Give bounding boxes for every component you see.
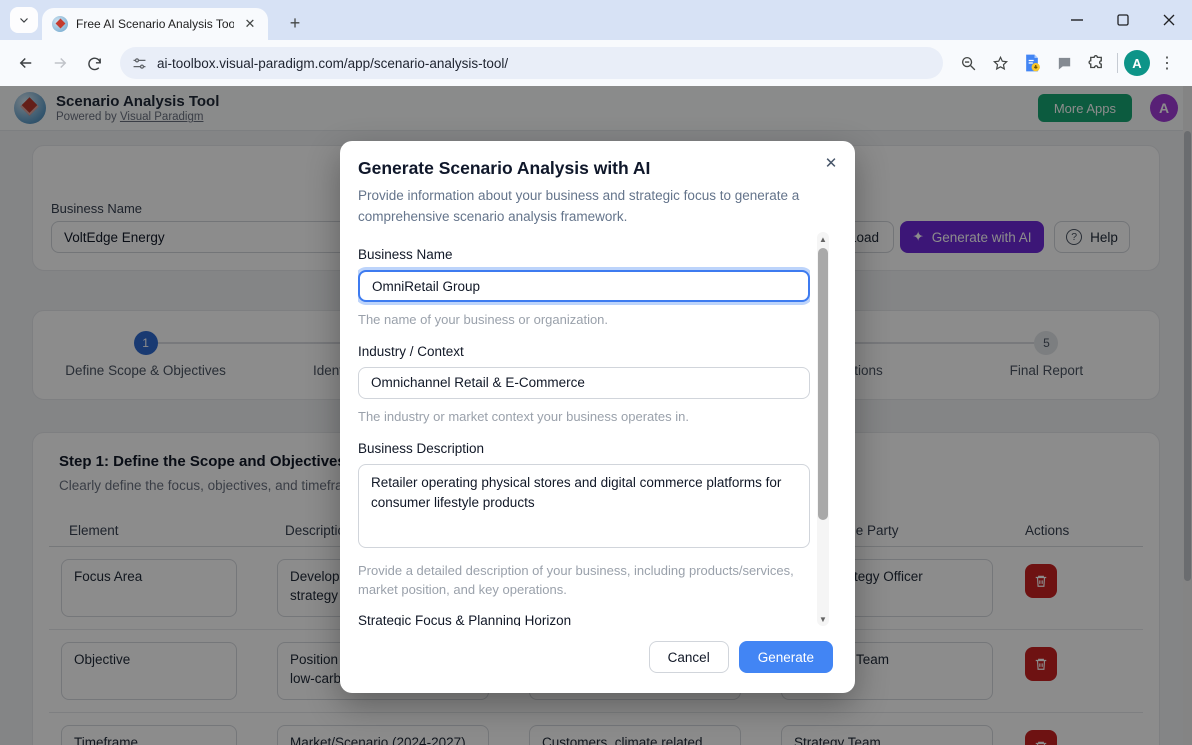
new-tab-button[interactable]: + bbox=[282, 10, 308, 36]
web-page: Scenario Analysis Tool Powered by Visual… bbox=[0, 86, 1192, 745]
extension-doc-download-icon[interactable] bbox=[1017, 48, 1047, 78]
scroll-down-icon[interactable]: ▼ bbox=[817, 612, 829, 626]
business-description-label: Business Description bbox=[358, 441, 810, 456]
generate-ai-modal: ✕ Generate Scenario Analysis with AI Pro… bbox=[340, 141, 855, 693]
industry-helper: The industry or market context your busi… bbox=[358, 408, 810, 427]
url-bar[interactable]: ai-toolbox.visual-paradigm.com/app/scena… bbox=[120, 47, 943, 79]
url-text: ai-toolbox.visual-paradigm.com/app/scena… bbox=[157, 56, 508, 71]
browser-toolbar: ai-toolbox.visual-paradigm.com/app/scena… bbox=[0, 40, 1192, 86]
maximize-button[interactable] bbox=[1100, 0, 1146, 40]
toolbar-divider bbox=[1117, 53, 1118, 73]
site-info-icon[interactable] bbox=[132, 56, 147, 71]
chevron-down-icon bbox=[18, 14, 30, 26]
browser-profile-avatar[interactable]: A bbox=[1124, 50, 1150, 76]
business-name-helper: The name of your business or organizatio… bbox=[358, 311, 810, 330]
scroll-up-icon[interactable]: ▲ bbox=[817, 232, 829, 246]
business-name-label: Business Name bbox=[358, 247, 810, 262]
modal-description: Provide information about your business … bbox=[358, 186, 808, 228]
modal-close-icon[interactable]: ✕ bbox=[821, 153, 841, 173]
minimize-button[interactable] bbox=[1054, 0, 1100, 40]
industry-input[interactable] bbox=[358, 367, 810, 399]
tab-title: Free AI Scenario Analysis Tool - bbox=[76, 17, 234, 31]
browser-window: Free AI Scenario Analysis Tool - ✕ + ai-… bbox=[0, 0, 1192, 745]
industry-label: Industry / Context bbox=[358, 344, 810, 359]
business-description-textarea[interactable]: Retailer operating physical stores and d… bbox=[358, 464, 810, 548]
window-controls bbox=[1054, 0, 1192, 40]
comment-bubble-icon[interactable] bbox=[1049, 48, 1079, 78]
reload-button[interactable] bbox=[78, 47, 110, 79]
modal-scrollbar[interactable]: ▲ ▼ bbox=[817, 232, 829, 626]
modal-scrollbar-thumb[interactable] bbox=[818, 248, 828, 520]
browser-tab[interactable]: Free AI Scenario Analysis Tool - ✕ bbox=[42, 8, 268, 40]
modal-footer: Cancel Generate bbox=[649, 641, 833, 673]
back-button[interactable] bbox=[10, 47, 42, 79]
tab-close-icon[interactable]: ✕ bbox=[242, 16, 258, 32]
strategic-focus-label: Strategic Focus & Planning Horizon bbox=[358, 613, 810, 626]
site-favicon-icon bbox=[52, 16, 68, 32]
modal-title: Generate Scenario Analysis with AI bbox=[358, 158, 650, 179]
browser-menu-kebab-icon[interactable]: ⋮ bbox=[1152, 48, 1182, 78]
forward-button[interactable] bbox=[44, 47, 76, 79]
window-close-button[interactable] bbox=[1146, 0, 1192, 40]
business-name-input[interactable] bbox=[358, 270, 810, 302]
modal-form: Business Name The name of your business … bbox=[358, 232, 810, 626]
tab-strip: Free AI Scenario Analysis Tool - ✕ + bbox=[0, 0, 1192, 40]
extensions-puzzle-icon[interactable] bbox=[1081, 48, 1111, 78]
tab-search-button[interactable] bbox=[10, 7, 38, 33]
zoom-indicator-icon[interactable] bbox=[953, 48, 983, 78]
bookmark-star-icon[interactable] bbox=[985, 48, 1015, 78]
business-description-helper: Provide a detailed description of your b… bbox=[358, 562, 810, 600]
generate-button[interactable]: Generate bbox=[739, 641, 833, 673]
cancel-button[interactable]: Cancel bbox=[649, 641, 729, 673]
